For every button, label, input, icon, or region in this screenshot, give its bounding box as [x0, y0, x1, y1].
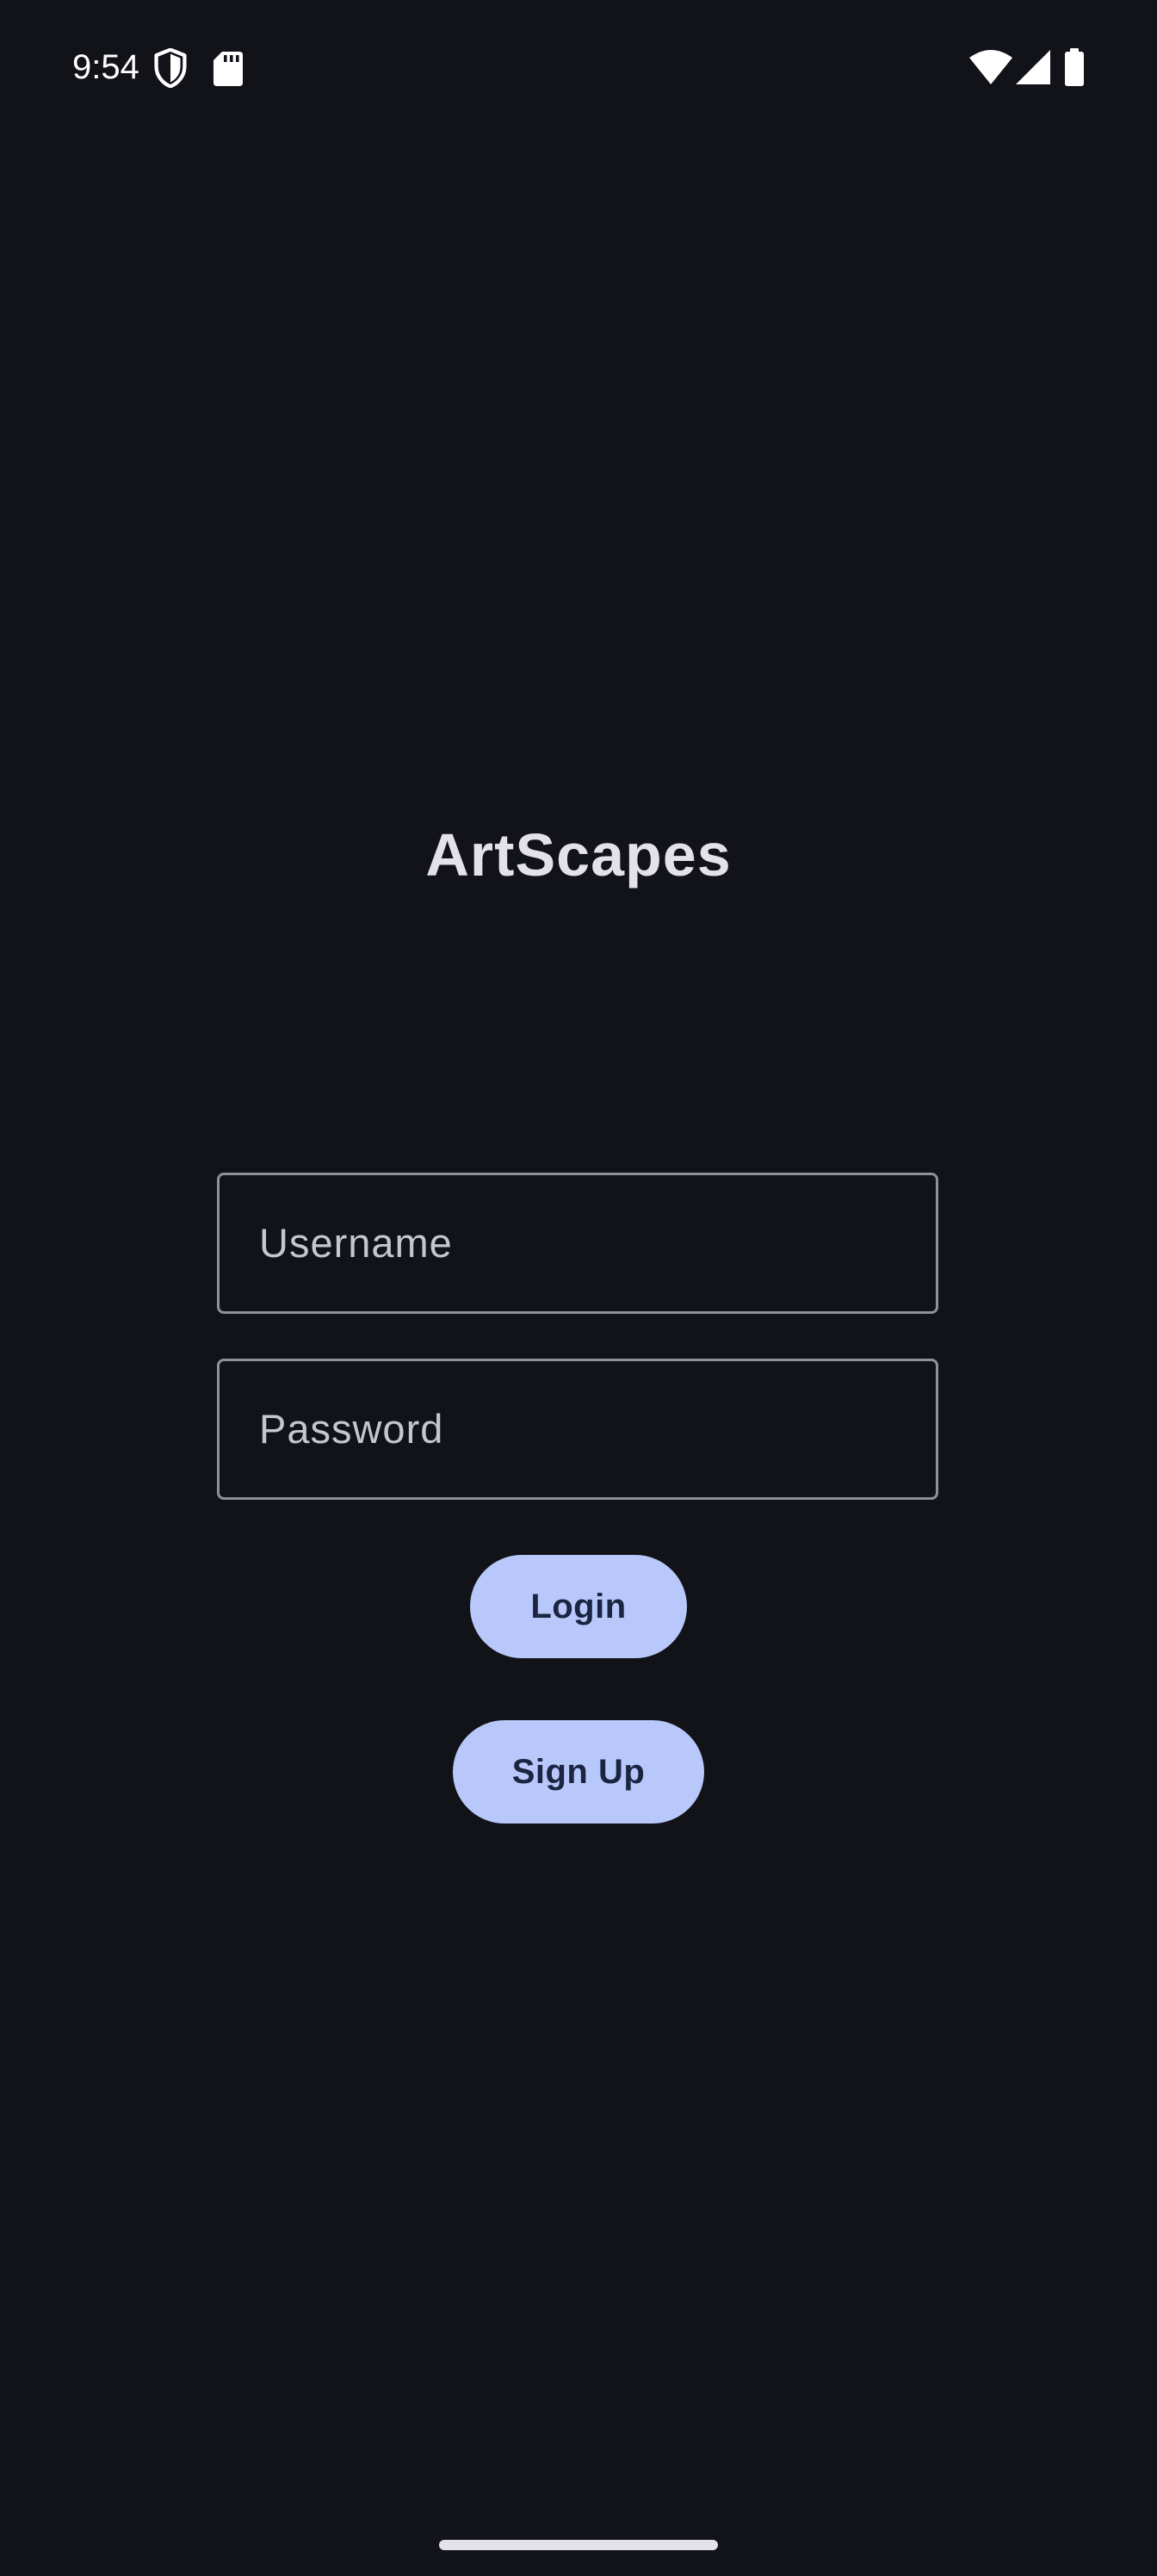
username-field[interactable]: Username	[217, 1173, 938, 1314]
status-bar: 9:54	[0, 0, 1157, 129]
sd-card-icon	[213, 52, 243, 86]
battery-icon	[1065, 48, 1084, 86]
status-time: 9:54	[72, 48, 139, 86]
login-button[interactable]: Login	[470, 1555, 687, 1658]
password-field[interactable]: Password	[217, 1359, 938, 1500]
username-placeholder: Username	[259, 1220, 453, 1266]
wifi-icon	[969, 50, 1012, 84]
signal-icon	[1016, 50, 1050, 84]
home-indicator[interactable]	[439, 2540, 718, 2550]
password-placeholder: Password	[259, 1406, 444, 1452]
sign-up-button[interactable]: Sign Up	[453, 1720, 704, 1824]
shield-icon	[154, 48, 187, 88]
app-title: ArtScapes	[425, 821, 732, 889]
